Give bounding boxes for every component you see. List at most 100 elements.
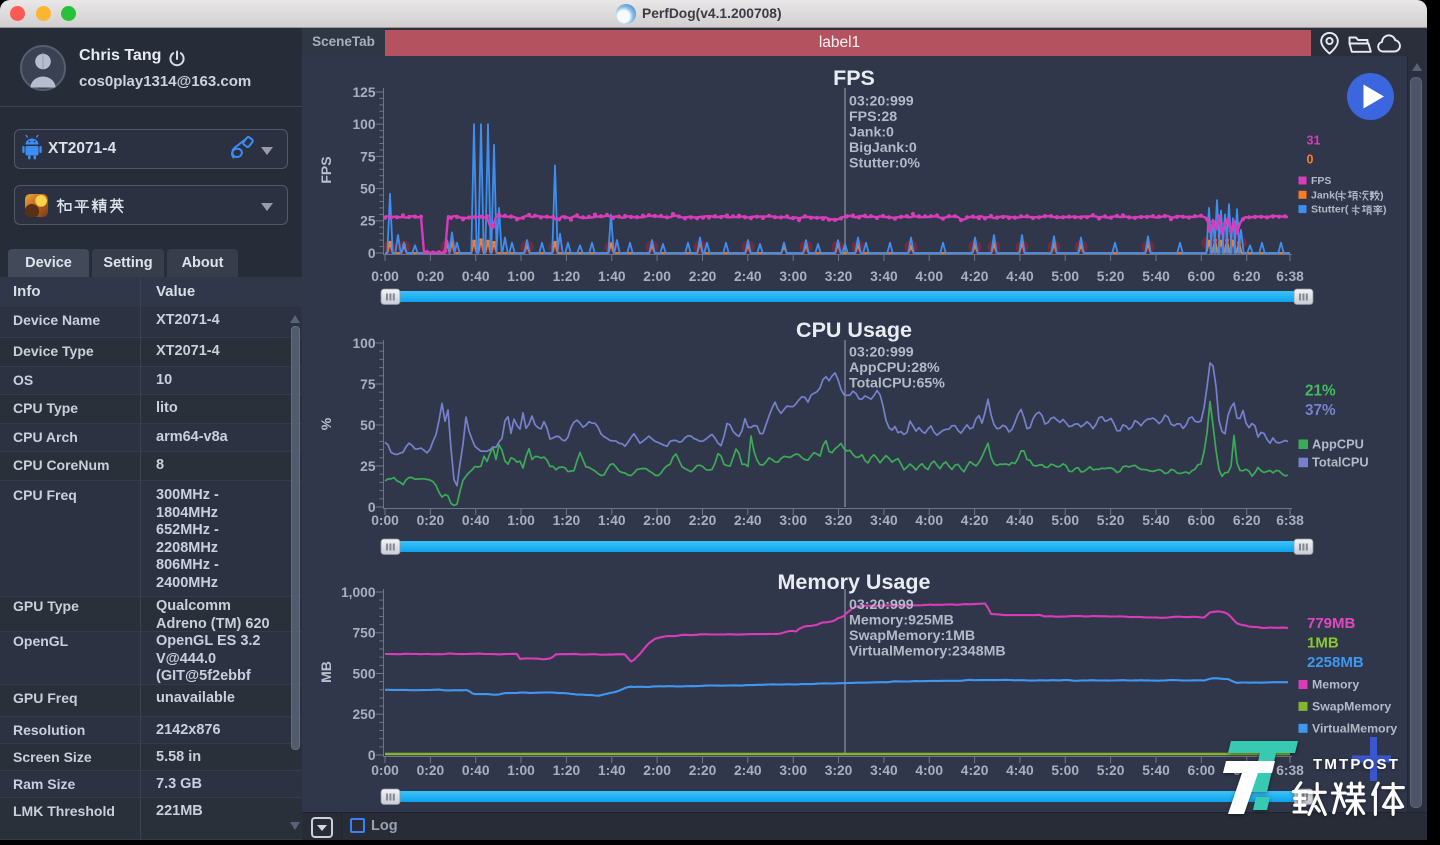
svg-text:37%: 37% xyxy=(1305,402,1336,419)
svg-text:CPU Usage: CPU Usage xyxy=(796,318,912,342)
svg-text:4:40: 4:40 xyxy=(1006,763,1034,778)
svg-text:SwapMemory:1MB: SwapMemory:1MB xyxy=(849,628,975,644)
svg-text:3:20: 3:20 xyxy=(825,513,853,528)
svg-text:125: 125 xyxy=(352,85,375,100)
svg-text:Jank:0: Jank:0 xyxy=(849,125,894,141)
svg-text:0:40: 0:40 xyxy=(462,763,490,778)
svg-text:0:20: 0:20 xyxy=(417,513,445,528)
svg-text:): ) xyxy=(1380,190,1384,202)
svg-text:25: 25 xyxy=(360,214,376,229)
svg-text:779MB: 779MB xyxy=(1307,615,1356,632)
svg-text:): ) xyxy=(1383,204,1387,216)
svg-text:03:20:999: 03:20:999 xyxy=(849,345,914,361)
svg-text:4:00: 4:00 xyxy=(915,763,943,778)
svg-text:50: 50 xyxy=(360,418,376,433)
svg-text:6:00: 6:00 xyxy=(1187,269,1215,284)
svg-text:4:40: 4:40 xyxy=(1006,269,1034,284)
svg-text:2:40: 2:40 xyxy=(734,763,762,778)
svg-text:2:40: 2:40 xyxy=(734,269,762,284)
svg-text:100: 100 xyxy=(352,117,375,132)
svg-text:2:20: 2:20 xyxy=(689,269,717,284)
svg-text:Stutter(: Stutter( xyxy=(1311,204,1349,216)
svg-text:75: 75 xyxy=(360,149,376,164)
svg-text:3:00: 3:00 xyxy=(779,513,807,528)
svg-text:5:40: 5:40 xyxy=(1142,763,1170,778)
svg-text:0:40: 0:40 xyxy=(462,513,490,528)
svg-text:6:20: 6:20 xyxy=(1233,269,1261,284)
svg-text:6:00: 6:00 xyxy=(1187,513,1215,528)
svg-text:50: 50 xyxy=(360,182,376,197)
svg-text:5:40: 5:40 xyxy=(1142,513,1170,528)
svg-text:TotalCPU:65%: TotalCPU:65% xyxy=(849,376,945,392)
svg-text:VirtualMemory:2348MB: VirtualMemory:2348MB xyxy=(849,644,1006,660)
svg-text:0:20: 0:20 xyxy=(417,269,445,284)
svg-text:0:00: 0:00 xyxy=(371,513,399,528)
svg-text:5:00: 5:00 xyxy=(1051,763,1079,778)
svg-text:6:38: 6:38 xyxy=(1276,763,1304,778)
svg-text:3:40: 3:40 xyxy=(870,513,898,528)
svg-text:Memory:925MB: Memory:925MB xyxy=(849,613,954,629)
svg-text:1:40: 1:40 xyxy=(598,269,626,284)
svg-text:1:00: 1:00 xyxy=(507,763,535,778)
svg-text:Memory Usage: Memory Usage xyxy=(778,570,931,594)
svg-text:750: 750 xyxy=(352,626,375,641)
svg-text:0: 0 xyxy=(1307,153,1314,167)
svg-text:FPS: FPS xyxy=(318,156,334,183)
svg-text:AppCPU: AppCPU xyxy=(1312,437,1364,452)
svg-text:4:40: 4:40 xyxy=(1006,513,1034,528)
svg-text:2:40: 2:40 xyxy=(734,513,762,528)
svg-text:21%: 21% xyxy=(1305,383,1336,400)
svg-text:4:00: 4:00 xyxy=(915,269,943,284)
svg-text:Stutter:0%: Stutter:0% xyxy=(849,156,920,172)
svg-text:0: 0 xyxy=(368,246,376,261)
svg-text:FPS: FPS xyxy=(1311,175,1331,187)
svg-text:3:20: 3:20 xyxy=(825,763,853,778)
svg-text:100: 100 xyxy=(352,336,375,351)
svg-text:Memory: Memory xyxy=(1312,678,1359,692)
svg-text:%: % xyxy=(318,417,334,430)
svg-text:4:20: 4:20 xyxy=(961,513,989,528)
svg-text:5:00: 5:00 xyxy=(1051,513,1079,528)
svg-text:0:40: 0:40 xyxy=(462,269,490,284)
svg-text:5:20: 5:20 xyxy=(1097,269,1125,284)
svg-text:0:20: 0:20 xyxy=(417,763,445,778)
svg-text:250: 250 xyxy=(352,707,375,722)
svg-text:4:20: 4:20 xyxy=(961,763,989,778)
svg-text:FPS: FPS xyxy=(833,66,875,90)
svg-text:2:20: 2:20 xyxy=(689,513,717,528)
svg-text:2:00: 2:00 xyxy=(643,269,671,284)
svg-text:Jank(: Jank( xyxy=(1311,189,1339,201)
svg-text:6:20: 6:20 xyxy=(1233,513,1261,528)
svg-text:TMTPOST: TMTPOST xyxy=(1313,756,1400,773)
svg-text:VirtualMemory: VirtualMemory xyxy=(1312,721,1397,735)
svg-text:2:00: 2:00 xyxy=(643,763,671,778)
svg-text:1,000: 1,000 xyxy=(341,585,376,600)
svg-text:0:00: 0:00 xyxy=(371,763,399,778)
svg-text:0:00: 0:00 xyxy=(371,269,399,284)
svg-text:6:38: 6:38 xyxy=(1276,269,1304,284)
svg-text:1:00: 1:00 xyxy=(507,513,535,528)
svg-text:1:40: 1:40 xyxy=(598,763,626,778)
svg-text:25: 25 xyxy=(360,459,376,474)
svg-text:SwapMemory: SwapMemory xyxy=(1312,699,1391,713)
svg-text:500: 500 xyxy=(352,666,375,681)
svg-text:1MB: 1MB xyxy=(1307,635,1339,652)
svg-text:3:20: 3:20 xyxy=(825,269,853,284)
svg-text:AppCPU:28%: AppCPU:28% xyxy=(849,360,940,376)
svg-text:MB: MB xyxy=(318,661,334,683)
svg-text:1:20: 1:20 xyxy=(553,269,581,284)
svg-text:TotalCPU: TotalCPU xyxy=(1312,455,1369,470)
svg-text:4:00: 4:00 xyxy=(915,513,943,528)
svg-text:5:20: 5:20 xyxy=(1097,763,1125,778)
svg-text:31: 31 xyxy=(1307,134,1321,148)
svg-text:5:40: 5:40 xyxy=(1142,269,1170,284)
svg-text:2:20: 2:20 xyxy=(689,763,717,778)
svg-text:6:38: 6:38 xyxy=(1276,513,1304,528)
svg-text:3:00: 3:00 xyxy=(779,269,807,284)
svg-text:1:00: 1:00 xyxy=(507,269,535,284)
svg-text:3:00: 3:00 xyxy=(779,763,807,778)
svg-text:1:40: 1:40 xyxy=(598,513,626,528)
svg-text:3:40: 3:40 xyxy=(870,269,898,284)
svg-text:5:20: 5:20 xyxy=(1097,513,1125,528)
svg-text:0: 0 xyxy=(368,748,376,763)
